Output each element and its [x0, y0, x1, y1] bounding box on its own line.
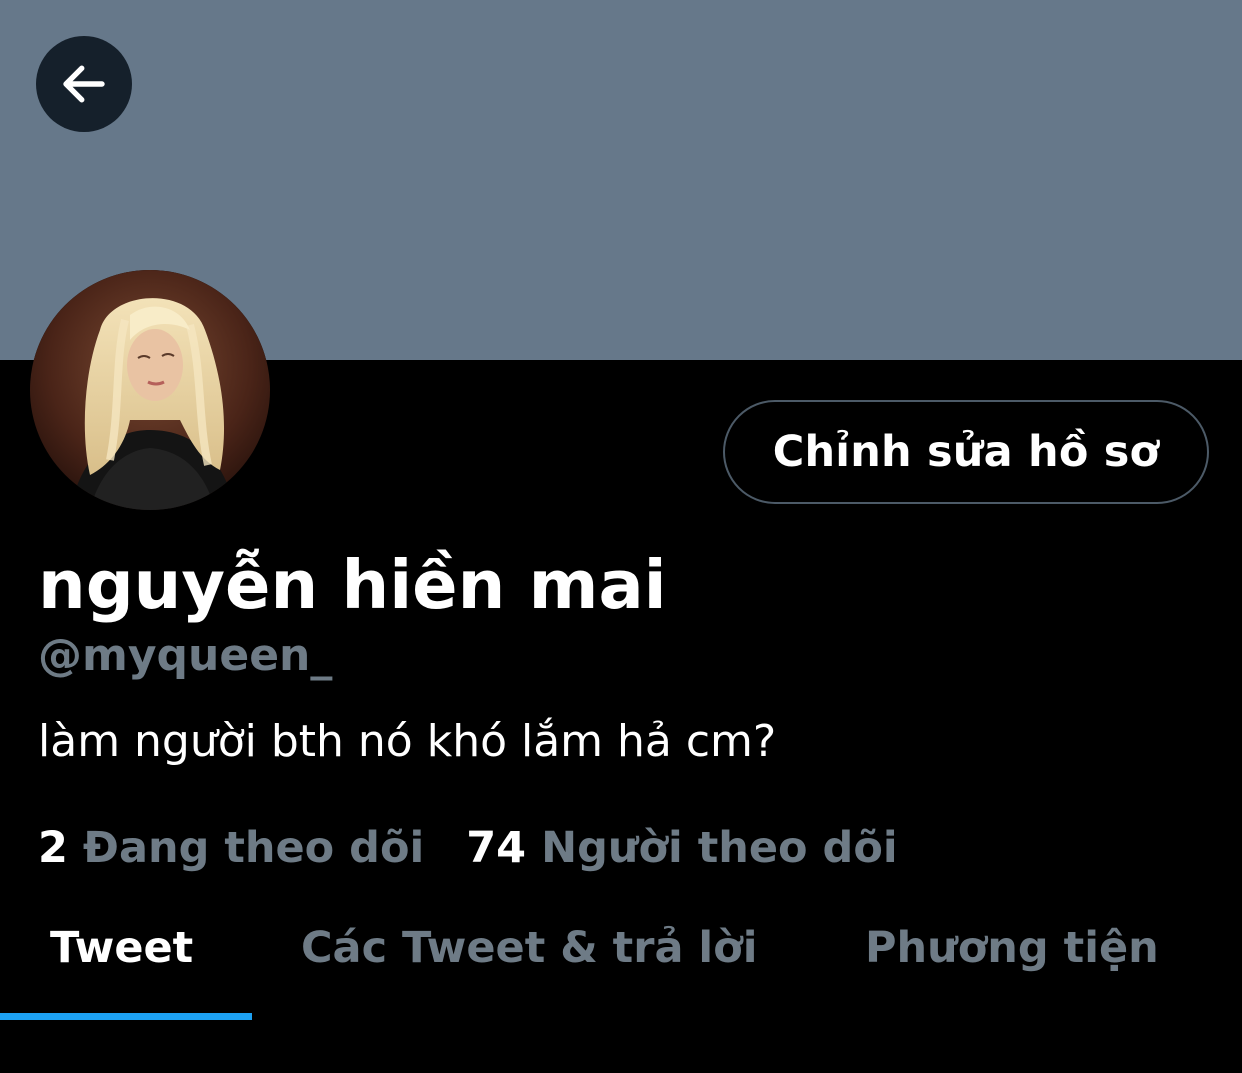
- avatar[interactable]: [30, 270, 270, 510]
- arrow-left-icon: [63, 65, 105, 103]
- profile-tabs: Tweet Các Tweet & trả lời Phương tiện: [0, 905, 1242, 1020]
- user-handle: @myqueen_: [38, 630, 333, 681]
- edit-profile-button[interactable]: Chỉnh sửa hồ sơ: [723, 400, 1209, 504]
- display-name: nguyễn hiền mai: [38, 546, 667, 624]
- following-label: Đang theo dõi: [82, 823, 425, 873]
- tab-tweets-and-replies[interactable]: Các Tweet & trả lời: [301, 920, 757, 976]
- avatar-photo: [30, 270, 270, 510]
- followers-label: Người theo dõi: [541, 823, 898, 873]
- following-link[interactable]: 2 Đang theo dõi: [38, 820, 424, 876]
- following-count: 2: [38, 823, 68, 873]
- tab-tweets[interactable]: Tweet: [50, 920, 193, 976]
- active-tab-indicator: [0, 1013, 252, 1020]
- follow-stats: 2 Đang theo dõi 74 Người theo dõi: [38, 820, 898, 876]
- followers-link[interactable]: 74 Người theo dõi: [466, 820, 897, 876]
- back-button[interactable]: [36, 36, 132, 132]
- profile-bio: làm người bth nó khó lắm hả cm?: [38, 716, 777, 767]
- followers-count: 74: [466, 823, 527, 873]
- tab-media[interactable]: Phương tiện: [865, 920, 1159, 976]
